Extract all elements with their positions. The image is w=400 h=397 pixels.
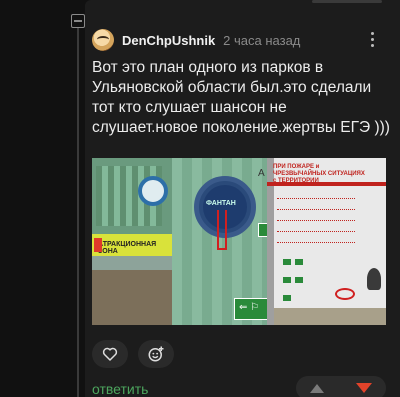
comment-text: Вот это план одного из парков в Ульяновс… bbox=[92, 59, 390, 136]
avatar[interactable] bbox=[92, 29, 114, 51]
like-button[interactable] bbox=[92, 340, 128, 368]
timestamp[interactable]: 2 часа назад bbox=[223, 33, 300, 48]
downvote-icon[interactable] bbox=[356, 383, 372, 393]
fountain-label: ФАНТАН bbox=[206, 200, 236, 207]
more-vertical-icon[interactable] bbox=[371, 32, 375, 48]
zone-label: АТРАКЦИОННАЯ ЗОНА bbox=[98, 241, 157, 255]
map-letter: А bbox=[258, 168, 265, 179]
exit-sign-icon: ⇐ ⚐ bbox=[239, 302, 260, 313]
emoji-add-icon bbox=[148, 346, 164, 362]
image-right-panel: ПРИ ПОЖАРЕ и ЧРЕЗВЫЧАЙНЫХ СИТУАЦИЯХ с ТЕ… bbox=[267, 158, 386, 325]
image-left-panel: АТРАКЦИОННАЯ ЗОНА bbox=[92, 158, 172, 325]
heart-icon bbox=[102, 347, 118, 361]
add-reaction-button[interactable] bbox=[138, 340, 174, 368]
comment-header: DenChpUshnik 2 часа назад bbox=[92, 27, 300, 53]
collapse-thread-button[interactable] bbox=[71, 14, 85, 28]
comment-image[interactable]: АТРАКЦИОННАЯ ЗОНА А ФАНТАН ⇐ ⚐ ПРИ ПОЖАР… bbox=[92, 158, 386, 325]
thread-line bbox=[77, 20, 79, 397]
comment-actions bbox=[92, 340, 174, 370]
image-middle-panel: А ФАНТАН ⇐ ⚐ bbox=[172, 158, 272, 325]
reply-link[interactable]: ответить bbox=[92, 381, 148, 397]
upvote-icon[interactable] bbox=[310, 383, 324, 393]
previous-element-fragment bbox=[312, 0, 382, 3]
username[interactable]: DenChpUshnik bbox=[122, 33, 215, 48]
vote-control bbox=[296, 376, 386, 397]
